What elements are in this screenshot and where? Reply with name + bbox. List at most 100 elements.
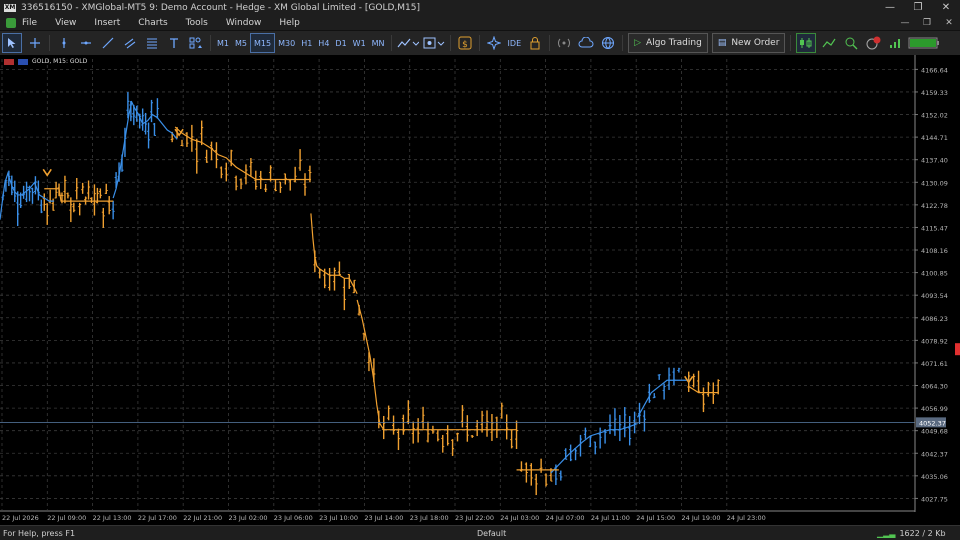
- signal-strength-icon: ▁▂▃: [877, 528, 896, 538]
- x-tick-label: 24 Jul 03:00: [500, 514, 539, 522]
- status-help-text: For Help, press F1: [3, 528, 76, 538]
- menu-tools[interactable]: Tools: [186, 18, 208, 28]
- timeframe-m15[interactable]: M15: [250, 33, 276, 53]
- x-tick-label: 23 Jul 10:00: [319, 514, 358, 522]
- x-tick-label: 23 Jul 22:00: [455, 514, 494, 522]
- toolbar-separator: [478, 35, 480, 51]
- signals-icon[interactable]: [485, 34, 503, 52]
- timeframe-h4[interactable]: H4: [315, 34, 332, 52]
- close-button[interactable]: ✕: [932, 0, 960, 15]
- current-price-label: 4052.37: [919, 419, 946, 427]
- channel-icon[interactable]: [121, 34, 139, 52]
- menu-bar: File View Insert Charts Tools Window Hel…: [0, 15, 960, 30]
- y-tick-label: 4108.16: [921, 247, 948, 255]
- y-tick-label: 4042.37: [921, 450, 948, 458]
- new-order-icon: ▤: [717, 38, 727, 48]
- menu-view[interactable]: View: [55, 18, 76, 28]
- x-tick-label: 22 Jul 17:00: [138, 514, 177, 522]
- toolbar-separator: [549, 35, 551, 51]
- toolbar-separator: [449, 35, 451, 51]
- new-order-label: New Order: [731, 38, 780, 48]
- cursor-icon[interactable]: [2, 33, 22, 53]
- algo-trading-button[interactable]: ▷ Algo Trading: [628, 33, 708, 53]
- y-tick-label: 4115.47: [921, 224, 948, 232]
- x-tick-label: 23 Jul 02:00: [229, 514, 268, 522]
- shapes-icon[interactable]: [187, 34, 205, 52]
- globe-icon[interactable]: [599, 34, 617, 52]
- chart-minimize-button[interactable]: —: [894, 15, 916, 30]
- flag-icon: [18, 58, 28, 65]
- x-tick-label: 22 Jul 09:00: [47, 514, 86, 522]
- restore-button[interactable]: ❐: [904, 0, 932, 15]
- toolbar: M1 M5 M15 M30 H1 H4 D1 W1 MN $ IDE ▷ Alg…: [0, 30, 960, 56]
- market-icon[interactable]: $: [456, 34, 474, 52]
- chart-window-icon[interactable]: [6, 17, 16, 28]
- x-tick-label: 24 Jul 23:00: [727, 514, 766, 522]
- status-profile: Default: [477, 528, 507, 538]
- toolbar-separator: [210, 35, 211, 51]
- menu-file[interactable]: File: [22, 18, 37, 28]
- price-chart[interactable]: 4166.64 4159.33 4152.02 4144.71 4137.40 4130.…: [0, 55, 960, 525]
- menu-charts[interactable]: Charts: [138, 18, 167, 28]
- y-tick-label: 4035.06: [921, 473, 948, 481]
- x-tick-label: 24 Jul 11:00: [591, 514, 630, 522]
- ide-button[interactable]: IDE: [505, 34, 525, 52]
- line-chart-icon[interactable]: [820, 34, 838, 52]
- chart-restore-button[interactable]: ❐: [916, 15, 938, 30]
- timeframe-m1[interactable]: M1: [214, 34, 232, 52]
- x-tick-label: 23 Jul 14:00: [364, 514, 403, 522]
- y-tick-label: 4078.92: [921, 337, 948, 345]
- status-traffic: 1622 / 2 Kb: [899, 528, 946, 538]
- timeframe-m30[interactable]: M30: [275, 34, 298, 52]
- y-tick-label: 4130.09: [921, 179, 948, 187]
- y-tick-label: 4093.54: [921, 292, 948, 300]
- template-icon[interactable]: [423, 34, 445, 52]
- radio-icon[interactable]: [555, 34, 573, 52]
- candlestick-chart-icon[interactable]: [796, 33, 817, 53]
- y-tick-label: 4071.61: [921, 360, 948, 368]
- x-tick-label: 22 Jul 13:00: [93, 514, 132, 522]
- chart-close-button[interactable]: ✕: [938, 15, 960, 30]
- play-icon: ▷: [634, 38, 642, 48]
- chart-canvas[interactable]: 4166.64 4159.33 4152.02 4144.71 4137.40 4130.…: [0, 55, 960, 525]
- menu-help[interactable]: Help: [279, 18, 300, 28]
- toolbar-separator: [390, 35, 392, 51]
- timeframe-d1[interactable]: D1: [332, 34, 349, 52]
- timeframe-w1[interactable]: W1: [350, 34, 369, 52]
- flag-icon: [4, 58, 14, 65]
- price-marker: [955, 343, 960, 356]
- y-tick-label: 4137.40: [921, 157, 948, 165]
- menu-window[interactable]: Window: [226, 18, 262, 28]
- svg-text:$: $: [462, 40, 468, 50]
- cloud-icon[interactable]: [577, 34, 595, 52]
- y-tick-label: 4086.23: [921, 315, 948, 323]
- vertical-line-icon[interactable]: [55, 34, 73, 52]
- y-tick-label: 4027.75: [921, 495, 948, 503]
- xm-logo-icon: XM: [4, 3, 16, 12]
- chart-background: [0, 55, 960, 525]
- lock-icon[interactable]: [526, 34, 544, 52]
- horizontal-line-icon[interactable]: [77, 34, 95, 52]
- x-tick-label: 24 Jul 07:00: [546, 514, 585, 522]
- y-tick-label: 4122.78: [921, 202, 948, 210]
- notifications-icon[interactable]: [864, 34, 882, 52]
- y-tick-label: 4166.64: [921, 66, 948, 74]
- x-tick-label: 22 Jul 2026: [2, 514, 39, 522]
- timeframe-m5[interactable]: M5: [232, 34, 250, 52]
- window-controls: — ❐ ✕: [876, 0, 960, 15]
- crosshair-icon[interactable]: [26, 34, 44, 52]
- y-tick-label: 4056.99: [921, 405, 948, 413]
- signal-strength-icon: [886, 34, 904, 52]
- trendline-icon[interactable]: [99, 34, 117, 52]
- menu-insert[interactable]: Insert: [94, 18, 120, 28]
- battery-icon: [908, 34, 940, 52]
- status-bar: For Help, press F1 Default ▁▂▃ 1622 / 2 …: [0, 525, 960, 540]
- timeframe-mn[interactable]: MN: [369, 34, 388, 52]
- text-icon[interactable]: [165, 34, 183, 52]
- timeframe-h1[interactable]: H1: [298, 34, 315, 52]
- minimize-button[interactable]: —: [876, 0, 904, 15]
- indicators-icon[interactable]: [397, 34, 419, 52]
- new-order-button[interactable]: ▤ New Order: [711, 33, 786, 53]
- zoom-icon[interactable]: [842, 34, 860, 52]
- fibonacci-icon[interactable]: [143, 34, 161, 52]
